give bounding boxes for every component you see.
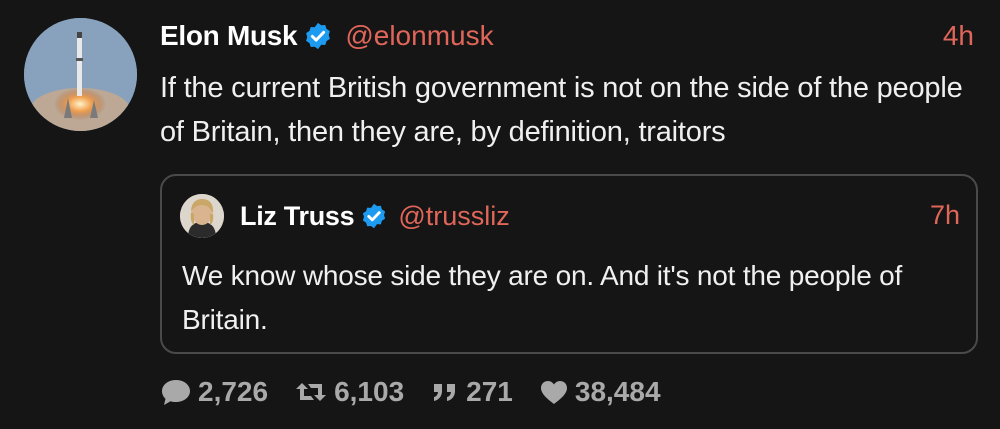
retweet-count: 6,103	[334, 376, 405, 407]
like-button[interactable]: 38,484	[539, 376, 661, 408]
author-avatar[interactable]	[24, 18, 137, 131]
like-count: 38,484	[574, 376, 661, 407]
tweet-header: Elon Musk @elonmusk 4h	[160, 14, 980, 58]
quoted-tweet[interactable]: Liz Truss @trussliz 7h We know whose sid…	[160, 174, 978, 354]
quote-tweets-button[interactable]: 271	[430, 376, 513, 408]
verified-badge-icon	[303, 21, 333, 51]
reply-count: 2,726	[198, 376, 269, 407]
quote-header: Liz Truss @trussliz 7h	[240, 194, 960, 238]
quote-author-avatar[interactable]	[180, 194, 224, 238]
rocket-launch-icon	[24, 18, 137, 131]
heart-icon	[540, 381, 567, 404]
person-portrait-icon	[180, 194, 224, 238]
retweet-icon	[296, 383, 327, 401]
tweet-timestamp[interactable]: 4h	[943, 20, 974, 52]
retweet-button[interactable]: 6,103	[294, 376, 404, 408]
quote-count: 271	[466, 376, 513, 407]
author-handle[interactable]: @elonmusk	[345, 20, 493, 52]
reply-bubble-icon	[162, 380, 190, 405]
author-name[interactable]: Elon Musk	[160, 20, 298, 52]
quote-author-name[interactable]: Liz Truss	[240, 201, 355, 232]
quote-text: We know whose side they are on. And it's…	[182, 260, 903, 335]
tweet-card[interactable]: Elon Musk @elonmusk 4h If the current Br…	[0, 0, 1000, 429]
quote-marks-icon	[434, 384, 456, 401]
reply-button[interactable]: 2,726	[160, 376, 268, 408]
quote-author-handle[interactable]: @trussliz	[398, 201, 509, 232]
verified-badge-icon	[360, 202, 388, 230]
tweet-actions: 2,726 6,103 271 38,484	[160, 372, 687, 412]
quote-timestamp[interactable]: 7h	[930, 200, 960, 231]
tweet-text: If the current British government is not…	[160, 72, 963, 148]
